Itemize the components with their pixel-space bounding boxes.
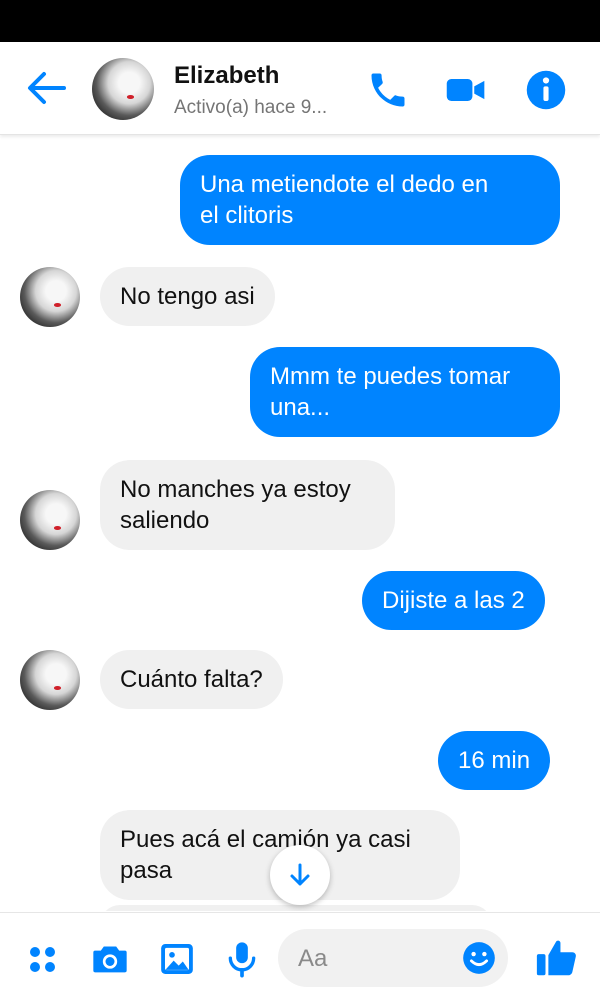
camera-icon	[93, 946, 127, 973]
scroll-to-bottom-button[interactable]	[270, 845, 330, 905]
contact-name[interactable]: Elizabeth	[174, 62, 279, 90]
conversation-info-button[interactable]	[524, 68, 568, 112]
message-bubble-outgoing[interactable]: Mmm te puedes tomar una...	[250, 347, 560, 437]
voice-call-button[interactable]	[366, 68, 410, 112]
more-actions-button[interactable]	[24, 939, 64, 979]
status-bar	[0, 0, 600, 42]
message-input-container[interactable]	[278, 929, 508, 987]
message-bubble-incoming[interactable]: Cuánto falta?	[100, 650, 283, 709]
voice-message-button[interactable]	[222, 939, 262, 979]
conversation-header: Elizabeth Activo(a) hace 9...	[0, 42, 600, 135]
arrow-down-icon	[290, 863, 310, 886]
message-bubble-incoming[interactable]: No tengo asi	[100, 267, 275, 326]
message-bubble-incoming[interactable]: No manches ya estoy saliendo	[100, 460, 395, 550]
video-camera-icon	[446, 79, 485, 101]
message-thread[interactable]: Una metiendote el dedo en el clitoris No…	[0, 135, 600, 911]
gallery-icon	[161, 944, 193, 974]
sender-avatar	[20, 490, 80, 550]
message-composer	[0, 912, 600, 1001]
contact-avatar[interactable]	[92, 58, 154, 120]
sender-avatar	[20, 267, 80, 327]
message-bubble-outgoing[interactable]: Dijiste a las 2	[362, 571, 545, 630]
message-input[interactable]	[296, 941, 460, 977]
sender-avatar	[20, 650, 80, 710]
message-bubble-incoming-partial	[100, 905, 492, 911]
presence-status: Activo(a) hace 9...	[174, 97, 328, 118]
video-call-button[interactable]	[444, 68, 488, 112]
back-arrow-icon	[28, 72, 66, 104]
microphone-icon	[228, 942, 256, 978]
apps-grid-icon	[30, 947, 55, 972]
like-thumb-icon	[536, 940, 576, 976]
like-button[interactable]	[534, 935, 580, 981]
phone-icon	[371, 73, 405, 107]
info-icon	[526, 70, 566, 110]
emoji-icon	[463, 942, 495, 974]
camera-button[interactable]	[90, 939, 130, 979]
emoji-button[interactable]	[460, 939, 500, 979]
message-bubble-outgoing[interactable]: 16 min	[438, 731, 551, 790]
gallery-button[interactable]	[157, 939, 197, 979]
message-bubble-outgoing[interactable]: Una metiendote el dedo en el clitoris	[180, 155, 560, 245]
back-button[interactable]	[24, 68, 68, 108]
